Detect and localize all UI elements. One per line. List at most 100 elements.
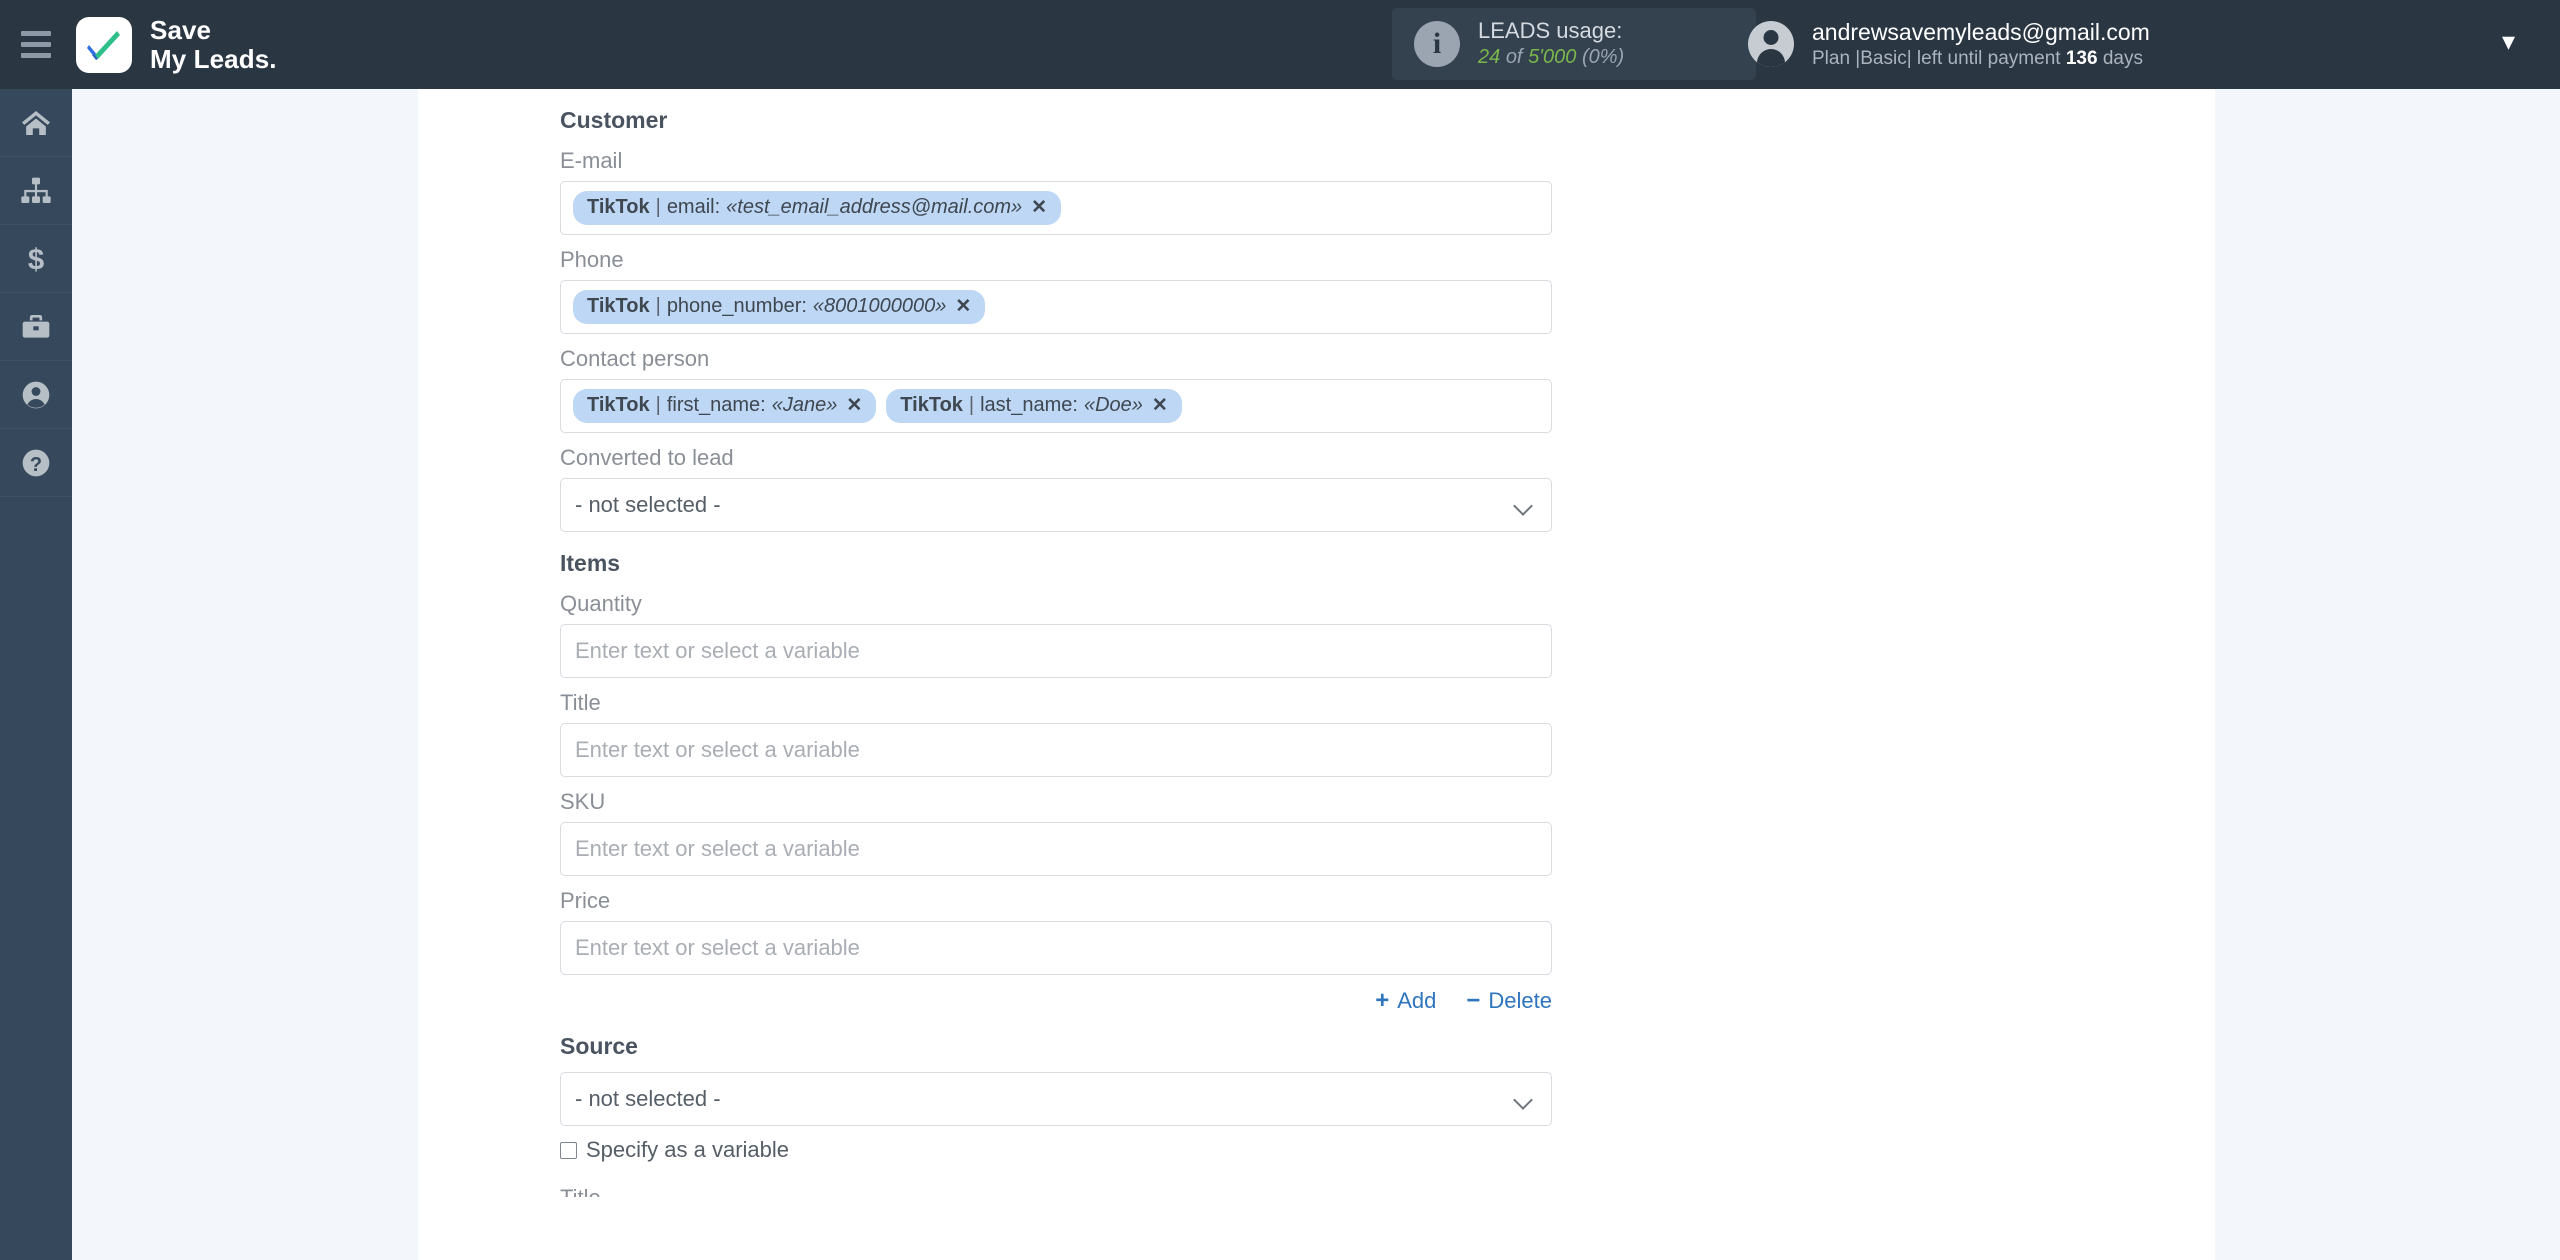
chevron-down-icon[interactable]: ▾ xyxy=(2502,28,2515,54)
variable-tag[interactable]: TikTok | first_name: «Jane» ✕ xyxy=(573,389,877,423)
converted-to-lead-select[interactable]: - not selected - xyxy=(560,478,1552,532)
email-input[interactable]: TikTok | email: «test_email_address@mail… xyxy=(560,181,1552,235)
tag-key: first_name: xyxy=(666,394,766,416)
tag-separator: | xyxy=(968,394,975,416)
tag-remove-icon[interactable]: ✕ xyxy=(1031,196,1047,219)
tag-separator: | xyxy=(655,394,661,416)
tag-source: TikTok xyxy=(587,196,650,218)
sidebar-item-profile[interactable] xyxy=(0,361,72,429)
page-background: Customer E-mail TikTok | email: «test_em… xyxy=(72,89,2560,1260)
tag-value: «test_email_address@mail.com» xyxy=(726,196,1023,218)
left-sidebar: $ ? xyxy=(0,89,72,1260)
quantity-placeholder: Enter text or select a variable xyxy=(575,638,860,663)
tag-source: TikTok xyxy=(900,394,963,416)
usage-numbers: 24 of 5'000 (0%) xyxy=(1478,45,1624,69)
sidebar-item-billing[interactable]: $ xyxy=(0,225,72,293)
title-input[interactable]: Enter text or select a variable xyxy=(560,723,1552,777)
variable-tag[interactable]: TikTok | phone_number: «8001000000» ✕ xyxy=(573,290,986,324)
source-select[interactable]: - not selected - xyxy=(560,1072,1552,1126)
integration-field-mapping-form: Customer E-mail TikTok | email: «test_em… xyxy=(560,89,1570,1197)
user-circle-icon xyxy=(22,381,50,408)
add-item-button[interactable]: + Add xyxy=(1375,987,1436,1015)
delete-item-label: Delete xyxy=(1488,988,1552,1013)
tag-remove-icon[interactable]: ✕ xyxy=(955,295,971,318)
hamburger-bar xyxy=(21,31,51,36)
tag-source: TikTok xyxy=(587,394,650,416)
tag-value: «Doe» xyxy=(1083,394,1143,416)
plus-icon: + xyxy=(1375,987,1390,1014)
hamburger-bar xyxy=(21,42,51,47)
specify-as-variable-checkbox-row[interactable]: Specify as a variable xyxy=(560,1137,1570,1163)
price-placeholder: Enter text or select a variable xyxy=(575,935,860,960)
specify-as-variable-checkbox[interactable] xyxy=(560,1141,577,1159)
brand-line-1: Save xyxy=(150,15,212,46)
tag-key: email: xyxy=(666,196,721,218)
label-contact-person: Contact person xyxy=(560,346,710,371)
delete-item-button[interactable]: − Delete xyxy=(1466,987,1552,1015)
label-source: Source xyxy=(560,1033,638,1059)
question-circle-icon: ? xyxy=(22,449,50,476)
tag-value: «Jane» xyxy=(771,394,838,416)
sku-input[interactable]: Enter text or select a variable xyxy=(560,822,1552,876)
briefcase-icon xyxy=(22,314,50,338)
variable-tag[interactable]: TikTok | last_name: «Doe» ✕ xyxy=(886,389,1182,423)
usage-percent: (0%) xyxy=(1581,46,1625,69)
chevron-down-icon xyxy=(1515,499,1535,511)
variable-tag[interactable]: TikTok | email: «test_email_address@mail… xyxy=(573,191,1062,225)
hamburger-menu-icon[interactable] xyxy=(0,0,72,89)
specify-as-variable-label: Specify as a variable xyxy=(586,1137,789,1162)
label-title: Title xyxy=(560,690,601,715)
add-item-label: Add xyxy=(1397,988,1437,1013)
section-title-customer: Customer xyxy=(560,107,668,133)
chevron-down-icon xyxy=(1515,1093,1535,1105)
quantity-input[interactable]: Enter text or select a variable xyxy=(560,624,1552,678)
field-converted-to-lead: Converted to lead - not selected - xyxy=(560,445,1570,532)
contact-person-input[interactable]: TikTok | first_name: «Jane» ✕ TikTok | l… xyxy=(560,379,1552,433)
field-price: Price Enter text or select a variable xyxy=(560,888,1570,975)
account-menu[interactable]: andrewsavemyleads@gmail.com Plan |Basic|… xyxy=(1748,8,2150,80)
checkmark-icon xyxy=(87,30,120,60)
section-title-items: Items xyxy=(560,550,621,576)
minus-icon: − xyxy=(1466,987,1481,1014)
label-phone: Phone xyxy=(560,247,624,272)
field-phone: Phone TikTok | phone_number: «8001000000… xyxy=(560,247,1570,334)
hamburger-bar xyxy=(21,53,51,58)
content-panel: Customer E-mail TikTok | email: «test_em… xyxy=(418,89,2215,1260)
top-header: Save My Leads. i LEADS usage: 24 of 5'00… xyxy=(0,0,2560,89)
label-quantity: Quantity xyxy=(560,591,642,616)
sidebar-item-help[interactable]: ? xyxy=(0,429,72,497)
usage-text: LEADS usage: 24 of 5'000 (0%) xyxy=(1478,18,1624,69)
usage-used: 24 xyxy=(1478,46,1501,69)
field-quantity: Quantity Enter text or select a variable xyxy=(560,591,1570,678)
next-field-label-cutoff: Title xyxy=(560,1185,1570,1197)
sku-placeholder: Enter text or select a variable xyxy=(575,836,860,861)
label-email: E-mail xyxy=(560,148,623,173)
tag-key: phone_number: xyxy=(666,295,807,317)
tag-source: TikTok xyxy=(587,295,650,317)
phone-input[interactable]: TikTok | phone_number: «8001000000» ✕ xyxy=(560,280,1552,334)
dollar-icon: $ xyxy=(28,243,44,274)
item-row-actions: + Add − Delete xyxy=(560,987,1552,1015)
usage-title: LEADS usage: xyxy=(1478,18,1623,44)
usage-limit: 5'000 xyxy=(1528,46,1577,69)
account-text: andrewsavemyleads@gmail.com Plan |Basic|… xyxy=(1812,18,2150,71)
user-avatar-icon xyxy=(1748,21,1794,67)
price-input[interactable]: Enter text or select a variable xyxy=(560,921,1552,975)
account-plan: Plan |Basic| left until payment 136 days xyxy=(1812,47,2150,71)
converted-to-lead-value: - not selected - xyxy=(575,492,721,517)
label-price: Price xyxy=(560,888,611,913)
brand-logo-area[interactable]: Save My Leads. xyxy=(76,16,277,73)
tag-remove-icon[interactable]: ✕ xyxy=(1152,394,1168,417)
usage-of: of xyxy=(1505,46,1523,69)
field-email: E-mail TikTok | email: «test_email_addre… xyxy=(560,148,1570,235)
leads-usage-badge[interactable]: i LEADS usage: 24 of 5'000 (0%) xyxy=(1392,8,1756,80)
sidebar-item-connections[interactable] xyxy=(0,157,72,225)
account-email: andrewsavemyleads@gmail.com xyxy=(1812,18,2150,45)
sidebar-item-home[interactable] xyxy=(0,89,72,157)
sidebar-item-business[interactable] xyxy=(0,293,72,361)
field-title: Title Enter text or select a variable xyxy=(560,690,1570,777)
tag-remove-icon[interactable]: ✕ xyxy=(846,394,862,417)
home-icon xyxy=(22,110,50,135)
savemyleads-logo-icon xyxy=(76,16,132,73)
brand-name: Save My Leads. xyxy=(150,16,277,72)
